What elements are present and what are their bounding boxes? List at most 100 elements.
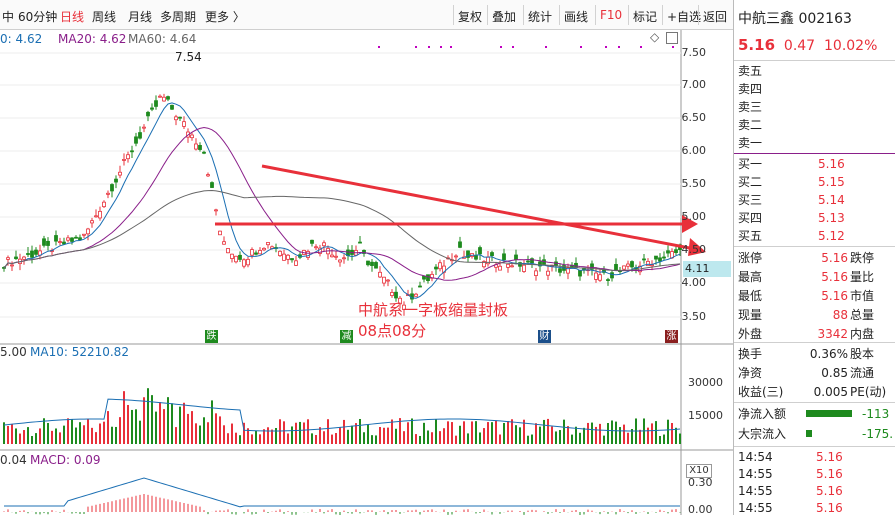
stat-label: 跌停 (850, 251, 875, 265)
signal-dot (672, 46, 674, 48)
candle-body (610, 272, 614, 279)
candle-body (26, 253, 30, 255)
toolbar-tab-6[interactable]: 更多 〉 (205, 8, 245, 25)
candle-body (254, 252, 258, 255)
stat-label: 最低 (738, 289, 763, 303)
event-marker[interactable]: 涨 (665, 330, 678, 343)
candle-body (178, 116, 182, 119)
vol-axis-label: 30000 (688, 376, 723, 389)
signal-dot (415, 46, 417, 48)
event-marker[interactable]: 财 (538, 330, 551, 343)
volume-bar (79, 422, 81, 444)
volume-bar (359, 418, 361, 444)
toolbar-button-4[interactable]: F10 (600, 8, 622, 22)
volume-bar (515, 425, 517, 444)
buy-level-row: 买二 5.15 (734, 173, 895, 191)
volume-bar (255, 431, 257, 444)
volume-bar (275, 428, 277, 444)
peak-price-label: 7.54 (175, 50, 202, 64)
volume-bar (343, 419, 345, 444)
toolbar-button-5[interactable]: 标记 (633, 8, 657, 25)
toolbar-tab-5[interactable]: 多周期 (160, 8, 196, 25)
volume-bar (599, 423, 601, 444)
toolbar-tab-1[interactable]: 60分钟 (18, 8, 57, 25)
volume-bar (199, 425, 201, 444)
toolbar-separator (523, 5, 524, 25)
toolbar-tab-2[interactable]: 日线 (60, 8, 84, 25)
toolbar-tab-3[interactable]: 周线 (92, 8, 116, 25)
toolbar-tab-4[interactable]: 月线 (128, 8, 152, 25)
tick-price: 5.16 (816, 484, 843, 498)
candle-body (498, 265, 502, 271)
event-marker[interactable]: 减 (340, 330, 353, 343)
ma5-legend: 0: 4.62 (0, 32, 43, 46)
toolbar-button-3[interactable]: 画线 (564, 8, 588, 25)
volume-bar (263, 429, 265, 444)
stat-value: 0.005 (813, 385, 848, 399)
kline-chart[interactable] (0, 30, 733, 515)
volume-bar (307, 419, 309, 444)
candle-body (414, 293, 418, 297)
volume-bar (187, 413, 189, 444)
volume-bar (127, 404, 129, 444)
signal-dot (545, 46, 547, 48)
candle-body (606, 279, 610, 281)
volume-bar (19, 433, 21, 444)
volume-bar (31, 435, 33, 444)
stock-quote: 5.16 0.47 10.02% (738, 36, 878, 54)
tick-row: 14:55 5.16 (734, 499, 895, 515)
toolbar-button-2[interactable]: 统计 (528, 8, 552, 25)
event-marker[interactable]: 跌 (205, 330, 218, 343)
toolbar-button-1[interactable]: 叠加 (492, 8, 516, 25)
volume-bar (191, 411, 193, 444)
macd-axis-label: 0.30 (688, 476, 713, 489)
candle-body (34, 249, 38, 255)
volume-bar (123, 391, 125, 444)
volume-bar (219, 416, 221, 444)
stat-label: 涨停 (738, 251, 763, 265)
flow-row: 大宗流入 -175. (734, 425, 895, 443)
volume-bar (495, 420, 497, 444)
buy-level-price: 5.15 (818, 175, 845, 189)
volume-bar (467, 433, 469, 444)
volume-bar (551, 426, 553, 444)
toolbar-tab-0[interactable]: 中 (2, 8, 14, 25)
volume-bar (239, 435, 241, 444)
candle-body (290, 258, 294, 261)
volume-bar (575, 426, 577, 444)
volume-bar (403, 431, 405, 444)
candle-body (22, 256, 26, 260)
volume-bar (471, 421, 473, 444)
candle-body (366, 260, 370, 266)
volume-bar (587, 422, 589, 444)
buy-level-label: 买五 (738, 229, 763, 243)
volume-bar (439, 431, 441, 444)
volume-bar (431, 432, 433, 444)
volume-bar (447, 421, 449, 444)
candle-body (342, 257, 346, 260)
candle-body (142, 126, 146, 129)
volume-bar (619, 427, 621, 444)
candle-body (310, 239, 314, 244)
diamond-icon[interactable]: ◇ (650, 30, 659, 44)
volume-bar (387, 427, 389, 444)
buy-level-row: 买一 5.16 (734, 155, 895, 173)
volume-bar (519, 427, 521, 444)
candle-body (250, 249, 254, 256)
chart-area[interactable]: 0: 4.62 MA20: 4.62 MA60: 4.64 ◇ 7.54 7.5… (0, 30, 733, 515)
window-toggle-icon[interactable] (666, 32, 678, 44)
stat-label: 最高 (738, 270, 763, 284)
tick-time: 14:55 (738, 467, 773, 481)
volume-bar (131, 409, 133, 444)
toolbar-button-7[interactable]: 返回 (703, 8, 727, 25)
quote-panel: 中航三鑫 002163 5.16 0.47 10.02% 卖五 卖四 卖三 卖二 卖一买… (733, 0, 895, 515)
candle-body (334, 255, 338, 258)
candle-body (478, 247, 482, 255)
tick-row: 14:55 5.16 (734, 482, 895, 500)
volume-bar (35, 433, 37, 444)
toolbar-button-0[interactable]: 复权 (458, 8, 482, 25)
toolbar-button-6[interactable]: +自选 (667, 8, 701, 25)
candle-body (202, 151, 206, 154)
volume-bar (383, 427, 385, 444)
candle-body (14, 256, 18, 260)
